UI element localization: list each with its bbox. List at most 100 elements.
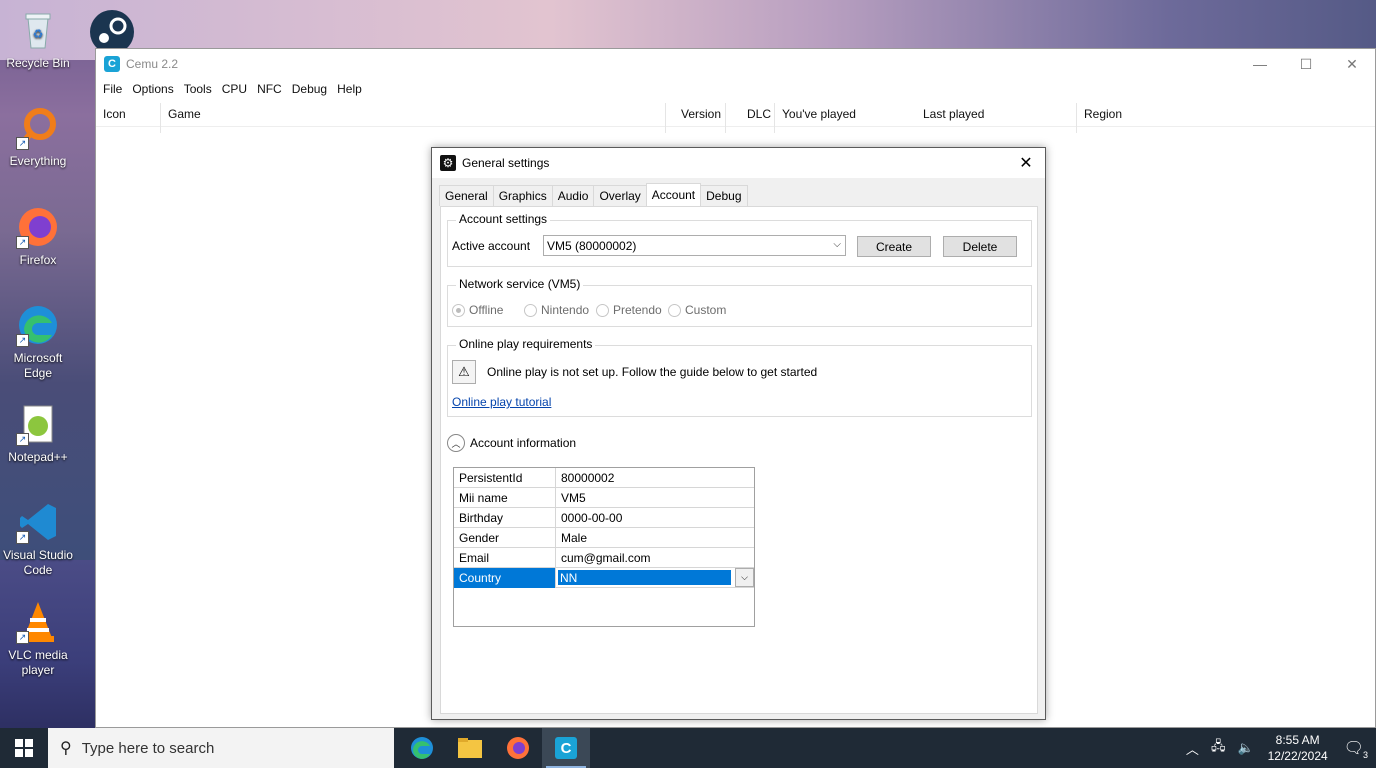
- radio-custom[interactable]: Custom: [668, 303, 726, 317]
- radio-custom-label: Custom: [685, 303, 727, 317]
- column-game[interactable]: Game: [168, 107, 201, 121]
- property-value: 80000002: [561, 470, 615, 485]
- main-titlebar[interactable]: C Cemu 2.2: [96, 49, 1375, 79]
- desktop-icon-recycle-bin[interactable]: ♻ Recycle Bin: [0, 8, 78, 71]
- dialog-titlebar[interactable]: ⚙ General settings: [432, 148, 1045, 178]
- tab-debug[interactable]: Debug: [700, 185, 748, 206]
- radio-pretendo[interactable]: Pretendo: [596, 303, 662, 317]
- notepadpp-icon: ↗: [16, 402, 60, 446]
- minimize-icon[interactable]: —: [1237, 49, 1283, 79]
- menu-tools[interactable]: Tools: [179, 82, 217, 96]
- table-row[interactable]: Email cum@gmail.com: [454, 548, 754, 568]
- taskbar-edge-icon[interactable]: [398, 728, 446, 768]
- chevron-up-icon[interactable]: ︿: [1186, 739, 1199, 758]
- tab-audio[interactable]: Audio: [551, 185, 595, 206]
- account-info-grid: PersistentId 80000002 Mii name VM5 Birth…: [453, 467, 755, 627]
- column-youve-played[interactable]: You've played: [782, 107, 856, 121]
- property-key: Gender: [454, 528, 556, 548]
- create-button[interactable]: Create: [857, 236, 931, 257]
- radio-icon: [596, 303, 609, 317]
- property-value: 0000-00-00: [561, 510, 623, 525]
- table-row[interactable]: Mii name VM5: [454, 488, 754, 508]
- chevron-down-icon: ⌵: [833, 239, 841, 250]
- desktop-icon-vlc[interactable]: ↗ VLC media player: [0, 600, 78, 678]
- column-icon[interactable]: Icon: [103, 107, 126, 121]
- table-row[interactable]: Gender Male: [454, 528, 754, 548]
- desktop-icon-firefox[interactable]: ↗ Firefox: [0, 205, 78, 268]
- property-value: Male: [561, 530, 588, 545]
- desktop-icon-vscode[interactable]: ↗ Visual Studio Code: [0, 500, 78, 578]
- vscode-icon: ↗: [16, 500, 60, 544]
- notifications-icon[interactable]: 🗨 3: [1344, 738, 1370, 760]
- dialog-close-icon[interactable]: ✕: [1013, 152, 1039, 174]
- property-key: PersistentId: [454, 468, 556, 488]
- menu-debug[interactable]: Debug: [287, 82, 332, 96]
- windows-start-icon[interactable]: [0, 728, 48, 768]
- column-region[interactable]: Region: [1084, 107, 1122, 121]
- cemu-icon: C: [104, 56, 120, 72]
- taskbar-search[interactable]: ⚲ Type here to search: [48, 728, 394, 768]
- tab-overlay[interactable]: Overlay: [593, 185, 647, 206]
- steam-icon[interactable]: [88, 8, 136, 54]
- account-settings-label: Account settings: [456, 212, 551, 226]
- tab-graphics[interactable]: Graphics: [492, 185, 553, 206]
- chevron-down-icon[interactable]: ⌵: [735, 568, 754, 587]
- collapse-up-icon[interactable]: ︿: [447, 434, 465, 452]
- column-separator[interactable]: [774, 103, 775, 133]
- volume-icon[interactable]: 🔈: [1237, 740, 1253, 756]
- taskbar-cemu-icon[interactable]: C: [542, 728, 590, 768]
- network-service-group: Network service (VM5) Offline Nintendo P…: [447, 277, 1032, 327]
- column-separator[interactable]: [665, 103, 666, 133]
- account-information-label[interactable]: Account information: [470, 436, 576, 450]
- shortcut-arrow-icon: ↗: [16, 631, 29, 644]
- close-icon[interactable]: ✕: [1329, 49, 1375, 79]
- warning-icon: ⚠: [452, 360, 476, 384]
- network-icon[interactable]: 🖧: [1211, 737, 1226, 759]
- svg-text:♻: ♻: [33, 27, 44, 41]
- radio-offline-label: Offline: [469, 303, 504, 317]
- country-select[interactable]: NN ⌵: [556, 568, 754, 587]
- shortcut-arrow-icon: ↗: [16, 433, 29, 446]
- desktop-icon-label: Microsoft Edge: [13, 351, 63, 380]
- column-separator[interactable]: [725, 103, 726, 133]
- general-settings-dialog: ⚙ General settings ✕ General Graphics Au…: [431, 147, 1046, 720]
- menu-cpu[interactable]: CPU: [217, 82, 252, 96]
- desktop-icon-everything[interactable]: ↗ Everything: [0, 106, 78, 169]
- shortcut-arrow-icon: ↗: [16, 334, 29, 347]
- system-tray: ︿ 🖧 🔈 8:55 AM 12/22/2024 🗨 3: [1180, 728, 1376, 768]
- desktop-icon-notepadpp[interactable]: ↗ Notepad++: [0, 402, 78, 465]
- property-value: cum@gmail.com: [561, 550, 651, 565]
- desktop-icon-edge[interactable]: ↗ Microsoft Edge: [0, 303, 78, 381]
- desktop-icon-label: Visual Studio Code: [3, 548, 73, 577]
- table-row[interactable]: PersistentId 80000002: [454, 468, 754, 488]
- column-version[interactable]: Version: [681, 107, 721, 121]
- table-row-selected[interactable]: Country NN ⌵: [454, 568, 754, 588]
- active-account-select[interactable]: VM5 (80000002) ⌵: [543, 235, 846, 256]
- menu-nfc[interactable]: NFC: [252, 82, 287, 96]
- property-key: Email: [454, 548, 556, 568]
- tab-general[interactable]: General: [439, 185, 494, 206]
- menu-file[interactable]: File: [98, 82, 127, 96]
- desktop-icon-label: Recycle Bin: [6, 56, 70, 70]
- column-separator[interactable]: [1076, 103, 1077, 133]
- column-separator[interactable]: [160, 103, 161, 133]
- active-account-value: VM5 (80000002): [547, 238, 637, 253]
- country-value: NN: [558, 570, 731, 585]
- tab-account[interactable]: Account: [645, 183, 702, 206]
- taskbar-file-explorer-icon[interactable]: [446, 728, 494, 768]
- online-play-tutorial-link[interactable]: Online play tutorial: [452, 395, 551, 409]
- taskbar-firefox-icon[interactable]: [494, 728, 542, 768]
- clock[interactable]: 8:55 AM 12/22/2024: [1268, 732, 1328, 764]
- property-key: Mii name: [454, 488, 556, 508]
- table-row[interactable]: Birthday 0000-00-00: [454, 508, 754, 528]
- radio-nintendo[interactable]: Nintendo: [524, 303, 589, 317]
- menu-help[interactable]: Help: [332, 82, 367, 96]
- menu-options[interactable]: Options: [127, 82, 178, 96]
- shortcut-arrow-icon: ↗: [16, 236, 29, 249]
- column-dlc[interactable]: DLC: [747, 107, 771, 121]
- radio-offline[interactable]: Offline: [452, 303, 503, 317]
- maximize-icon[interactable]: ☐: [1283, 49, 1329, 79]
- everything-icon: ↗: [16, 106, 60, 150]
- column-last-played[interactable]: Last played: [923, 107, 984, 121]
- delete-button[interactable]: Delete: [943, 236, 1017, 257]
